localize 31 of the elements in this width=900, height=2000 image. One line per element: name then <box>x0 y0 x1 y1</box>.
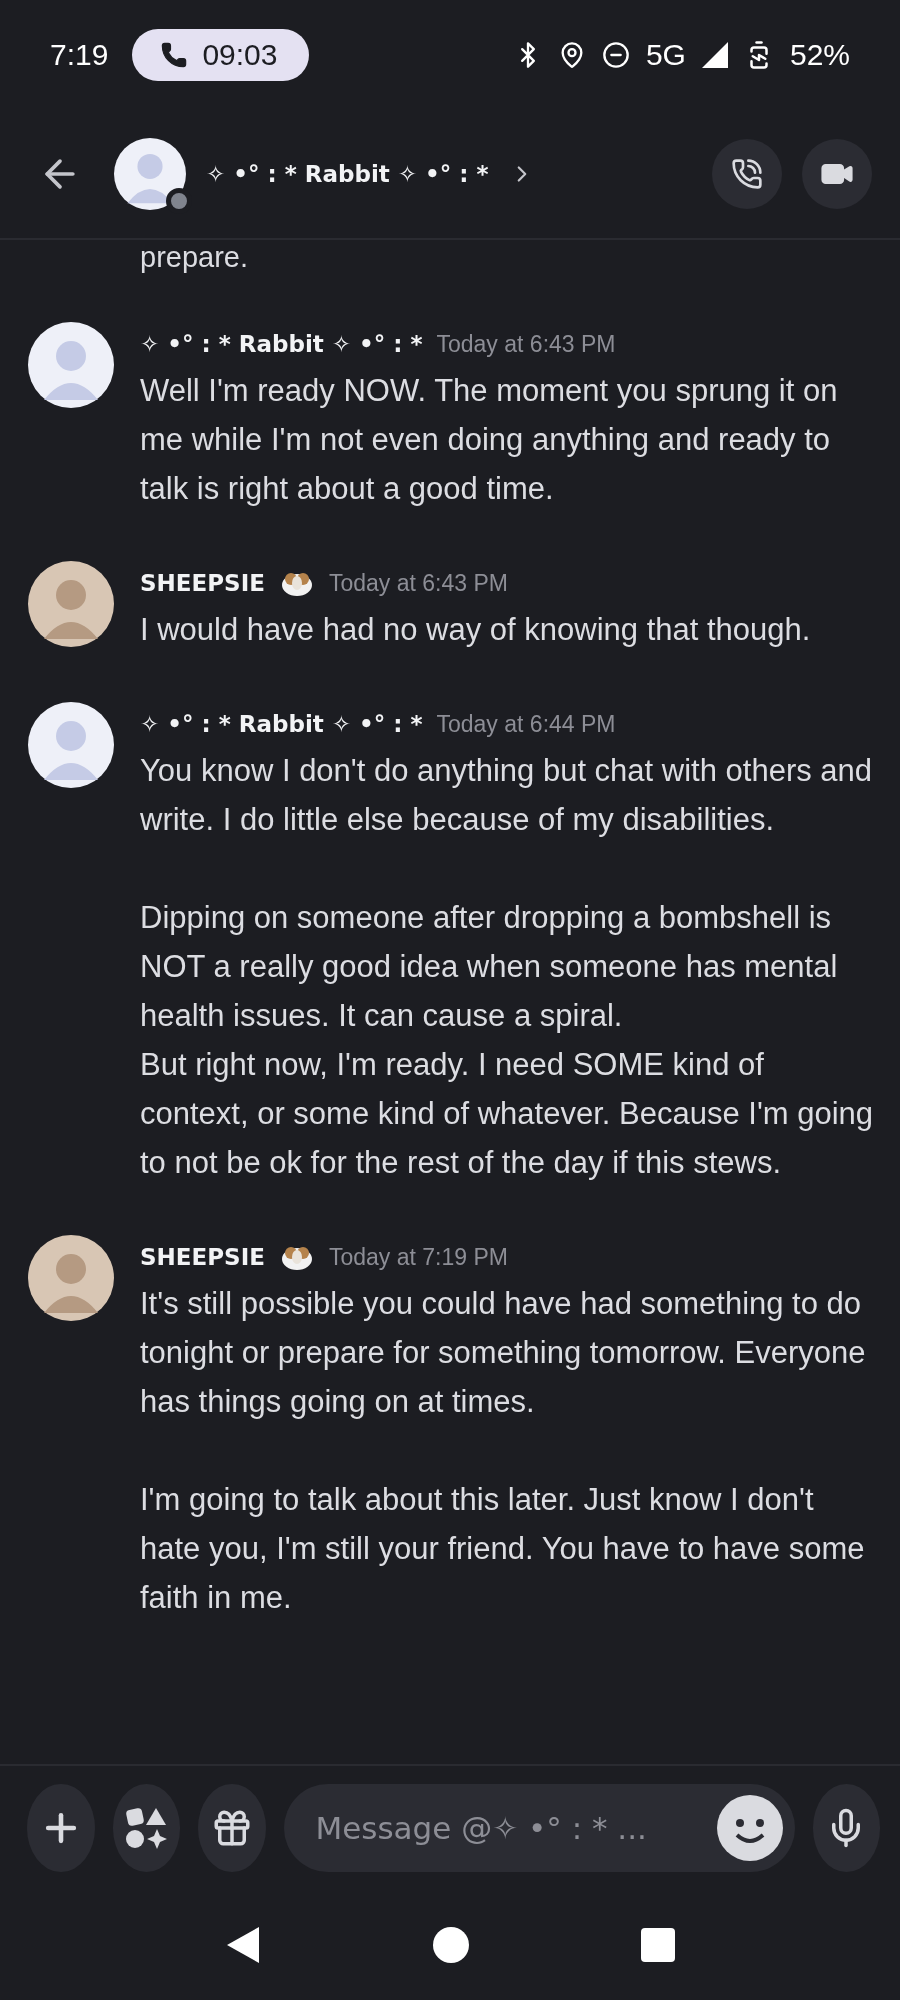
message-bar[interactable]: Message @✧ •° : * ... <box>283 1784 795 1872</box>
battery-percent: 52% <box>789 38 850 72</box>
timestamp: Today at 6:43 PM <box>436 330 616 358</box>
message-text: You know I don't do anything but chat with others and write. I do little else because of my disabilities. <box>140 752 874 839</box>
back-icon[interactable] <box>225 1925 261 1965</box>
timestamp: Today at 6:44 PM <box>436 710 616 738</box>
timestamp: Today at 6:43 PM <box>328 569 508 597</box>
home-icon[interactable] <box>431 1925 471 1965</box>
emoji-icon[interactable] <box>716 1795 783 1861</box>
timestamp: Today at 7:19 PM <box>328 1243 508 1271</box>
message-field[interactable]: Message @✧ •° : * ... <box>313 1809 709 1847</box>
message-text: I would have had no way of knowing that though. <box>140 611 812 649</box>
message-text: I'm going to talk about this later. Just know I don't hate you, I'm still your friend. You have to have some faith in me. <box>140 1481 866 1617</box>
phone-icon <box>160 41 189 69</box>
avatar[interactable] <box>114 138 186 210</box>
network-label: 5G <box>645 38 686 72</box>
clock: 7:19 <box>50 38 109 72</box>
message-text: prepare. <box>140 240 248 274</box>
call-chip[interactable]: 09:03 <box>132 29 310 81</box>
author-name[interactable]: ✧ •° : * Rabbit ✧ •° : * <box>140 331 423 357</box>
message-text: Well I'm ready NOW. The moment you sprung it on me while I'm not even doing anything and ready to talk is right about a good time. <box>140 372 839 508</box>
contact-name[interactable]: ✧ •° : * Rabbit ✧ •° : * <box>206 161 489 187</box>
author-name[interactable]: SHEEPSIE <box>140 570 265 596</box>
author-name[interactable]: SHEEPSIE <box>140 1244 265 1270</box>
author-name[interactable]: ✧ •° : * Rabbit ✧ •° : * <box>140 711 423 737</box>
do-not-disturb-icon <box>601 41 630 69</box>
shapes-icon <box>124 1806 169 1850</box>
message-text: Dipping on someone after dropping a bombshell is NOT a really good idea when someone has mental health issues. It can cause a spiral. But right now, I'm ready. I need SOME kind of context, or some kind of whatever. Because I'm going to not be ok for the rest of the day if this stews. <box>140 899 875 1182</box>
signal-icon <box>701 42 728 68</box>
phone-call-icon <box>731 158 763 190</box>
message-text: It's still possible you could have had something to do tonight or prepare for something tomorrow. Everyone has things going on at times. <box>140 1285 867 1421</box>
